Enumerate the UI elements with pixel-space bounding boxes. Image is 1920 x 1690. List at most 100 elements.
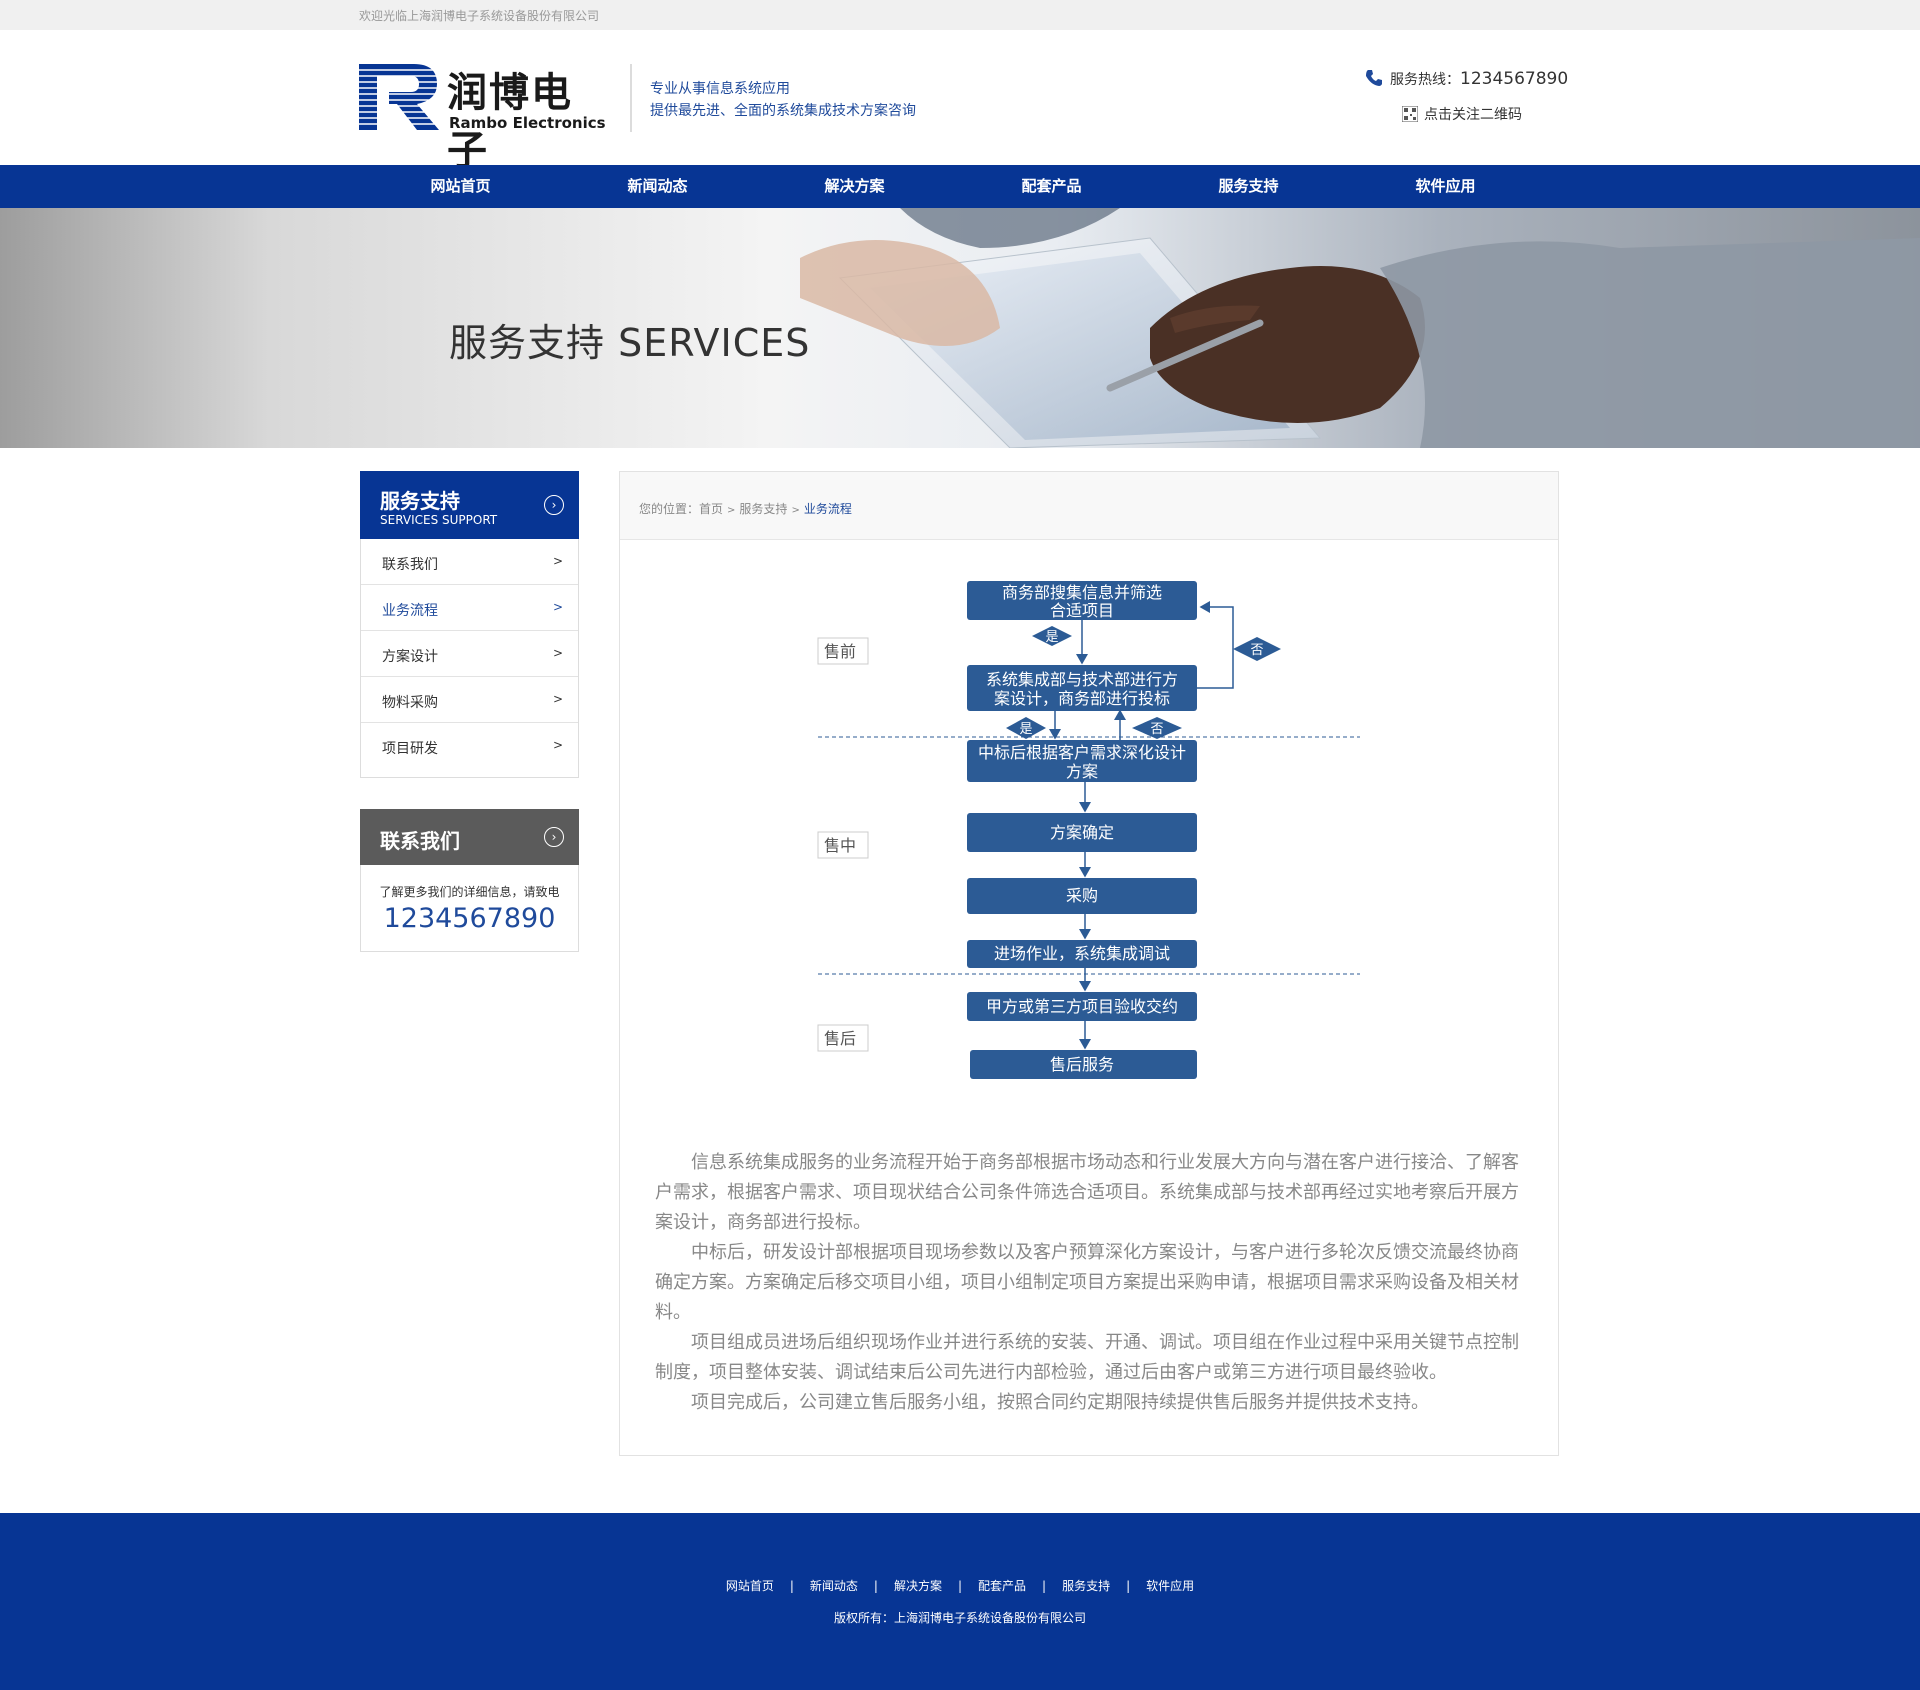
hotline-number: 1234567890 (1460, 69, 1569, 89)
footer-separator: | (1126, 1579, 1131, 1593)
qr-label: 点击关注二维码 (1424, 107, 1522, 123)
breadcrumb-separator: > (791, 505, 800, 516)
sidebar-item-label: 联系我们 (382, 557, 438, 573)
top-bar: 欢迎光临上海润博电子系统设备股份有限公司 (0, 0, 1920, 30)
svg-text:售前: 售前 (824, 642, 856, 661)
yes-label-2: 是 (1006, 717, 1046, 739)
sidebar-menu: 联系我们 > 业务流程 > 方案设计 > 物料采购 > 项目研发 > (360, 539, 579, 778)
nav-services[interactable]: 服务支持 (1150, 165, 1347, 208)
breadcrumb-section[interactable]: 服务支持 (739, 502, 787, 516)
flow-step-4: 方案确定 (967, 813, 1197, 852)
banner: 服务支持 SERVICES (0, 208, 1920, 448)
breadcrumb-bar: 您的位置：首页 > 服务支持 > 业务流程 (620, 472, 1558, 540)
footer-copyright: 版权所有：上海润博电子系统设备股份有限公司 (833, 1611, 1086, 1625)
logo[interactable]: 润博电子 Rambo Electronics (359, 64, 609, 174)
footer-link-services[interactable]: 服务支持 (1062, 1579, 1110, 1593)
logo-mark-icon (359, 64, 439, 130)
svg-text:甲方或第三方项目验收交约: 甲方或第三方项目验收交约 (986, 997, 1178, 1016)
qr-code-icon (1402, 106, 1418, 122)
svg-text:案设计，商务部进行投标: 案设计，商务部进行投标 (994, 689, 1170, 708)
nav-home[interactable]: 网站首页 (362, 165, 559, 208)
chevron-right-icon: > (553, 600, 564, 614)
footer-separator: | (1042, 1579, 1047, 1593)
no-label-1: 否 (1233, 637, 1281, 661)
footer-separator: | (789, 1579, 794, 1593)
svg-text:商务部搜集信息并筛选: 商务部搜集信息并筛选 (1002, 583, 1162, 602)
slogan: 专业从事信息系统应用 提供最先进、全面的系统集成技术方案咨询 (650, 78, 916, 122)
slogan-line-2: 提供最先进、全面的系统集成技术方案咨询 (650, 103, 916, 119)
sidebar-item-solution-design[interactable]: 方案设计 > (361, 631, 578, 677)
sidebar-item-procurement[interactable]: 物料采购 > (361, 677, 578, 723)
breadcrumb-separator: > (727, 505, 736, 516)
flow-step-6: 进场作业，系统集成调试 (967, 940, 1197, 968)
breadcrumb-home[interactable]: 首页 (699, 502, 723, 516)
svg-text:是: 是 (1019, 722, 1032, 737)
footer-link-home[interactable]: 网站首页 (726, 1579, 774, 1593)
sidebar-item-label: 物料采购 (382, 695, 438, 711)
footer-separator: | (957, 1579, 963, 1593)
chevron-right-icon: > (553, 554, 564, 568)
sidebar-header: 服务支持 SERVICES SUPPORT › (360, 471, 579, 539)
hotline-label: 服务热线： (1390, 72, 1460, 88)
sidebar-title: 服务支持 (380, 489, 460, 513)
nav-products[interactable]: 配套产品 (953, 165, 1150, 208)
chevron-right-icon: > (553, 738, 564, 752)
business-flowchart: 售前 售中 售后 商务部搜集信息并筛选 合适项目 系统集成部与技术部进行方 案设… (817, 581, 1360, 1079)
flow-step-1: 商务部搜集信息并筛选 合适项目 (967, 581, 1197, 620)
sidebar-subtitle: SERVICES SUPPORT (380, 513, 498, 527)
svg-text:方案确定: 方案确定 (1050, 823, 1114, 842)
hotline: 服务热线：1234567890 (1364, 68, 1568, 89)
flow-step-2: 系统集成部与技术部进行方 案设计，商务部进行投标 (967, 665, 1197, 711)
yes-label-1: 是 (1032, 626, 1072, 646)
breadcrumb: 您的位置：首页 > 服务支持 > 业务流程 (639, 500, 852, 517)
article-paragraph: 信息系统集成服务的业务流程开始于商务部根据市场动态和行业发展大方向与潜在客户进行… (655, 1152, 1519, 1233)
main-content: 您的位置：首页 > 服务支持 > 业务流程 售前 售中 售后 商务部搜集信息并筛… (619, 471, 1559, 1456)
article-body: 信息系统集成服务的业务流程开始于商务部根据市场动态和行业发展大方向与潜在客户进行… (655, 1148, 1523, 1418)
contact-desc: 了解更多我们的详细信息，请致电 (379, 885, 560, 899)
sidebar-item-rnd[interactable]: 项目研发 > (361, 723, 578, 768)
header-divider (630, 64, 632, 132)
article-paragraph: 中标后，研发设计部根据项目现场参数以及客户预算深化方案设计，与客户进行多轮次反馈… (655, 1242, 1519, 1323)
flow-step-3: 中标后根据客户需求深化设计 方案 (967, 740, 1197, 782)
phase-label-presale: 售前 (817, 637, 869, 665)
welcome-text: 欢迎光临上海润博电子系统设备股份有限公司 (359, 9, 600, 23)
article-paragraph: 项目完成后，公司建立售后服务小组，按照合同约定期限持续提供售后服务并提供技术支持… (691, 1392, 1429, 1413)
footer-link-solutions[interactable]: 解决方案 (894, 1579, 942, 1593)
svg-text:系统集成部与技术部进行方: 系统集成部与技术部进行方 (986, 670, 1178, 689)
sidebar-item-contact[interactable]: 联系我们 > (361, 539, 578, 585)
article-paragraph: 项目组成员进场后组织现场作业并进行系统的安装、开通、调试。项目组在作业过程中采用… (655, 1332, 1519, 1383)
nav-solutions[interactable]: 解决方案 (756, 165, 953, 208)
sidebar-item-label: 业务流程 (382, 603, 438, 619)
svg-text:售后服务: 售后服务 (1050, 1055, 1114, 1074)
footer-link-software[interactable]: 软件应用 (1146, 1579, 1194, 1593)
svg-text:方案: 方案 (1066, 762, 1098, 781)
breadcrumb-current: 业务流程 (803, 502, 852, 516)
svg-text:合适项目: 合适项目 (1050, 601, 1114, 620)
footer-link-news[interactable]: 新闻动态 (810, 1579, 858, 1593)
footer: 网站首页 | 新闻动态 | 解决方案 | 配套产品 | 服务支持 | 软件应用 版权所有：上海润博电… (0, 1513, 1920, 1690)
banner-title: 服务支持 SERVICES (449, 321, 811, 365)
chevron-right-circle-icon: › (544, 495, 564, 515)
chevron-right-circle-icon: › (544, 827, 564, 847)
svg-text:采购: 采购 (1066, 886, 1098, 905)
nav-news[interactable]: 新闻动态 (559, 165, 756, 208)
sidebar-item-label: 方案设计 (382, 649, 438, 665)
footer-link-products[interactable]: 配套产品 (978, 1579, 1026, 1593)
main-nav: 网站首页 新闻动态 解决方案 配套产品 服务支持 软件应用 (0, 165, 1920, 208)
svg-text:是: 是 (1045, 630, 1058, 645)
breadcrumb-prefix: 您的位置： (639, 502, 700, 516)
svg-text:否: 否 (1250, 643, 1263, 658)
sidebar-item-label: 项目研发 (382, 741, 438, 757)
svg-text:进场作业，系统集成调试: 进场作业，系统集成调试 (994, 944, 1170, 963)
nav-software[interactable]: 软件应用 (1347, 165, 1544, 208)
phone-icon (1366, 70, 1382, 86)
contact-header: 联系我们 › (360, 809, 579, 865)
qr-link[interactable]: 点击关注二维码 (1402, 104, 1522, 124)
contact-title: 联系我们 (380, 829, 460, 853)
sidebar-item-business-process[interactable]: 业务流程 > (361, 585, 578, 631)
banner-hands-tablet-image (800, 208, 1920, 448)
chevron-right-icon: > (553, 692, 564, 706)
svg-text:售中: 售中 (824, 836, 856, 855)
svg-text:售后: 售后 (824, 1029, 856, 1048)
phase-label-aftersale: 售后 (817, 1024, 869, 1052)
